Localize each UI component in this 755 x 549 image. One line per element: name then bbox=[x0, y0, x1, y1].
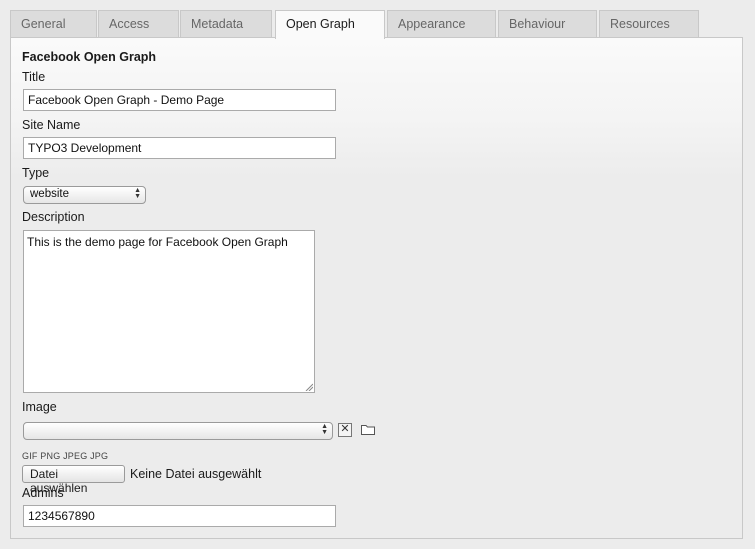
tab-behaviour[interactable]: Behaviour bbox=[498, 10, 597, 37]
site-name-input[interactable] bbox=[23, 137, 336, 159]
resize-grip-icon[interactable] bbox=[305, 383, 313, 391]
type-select[interactable]: website ▲ ▼ bbox=[23, 186, 146, 204]
site-name-label: Site Name bbox=[22, 118, 81, 132]
select-arrows-icon: ▲ ▼ bbox=[321, 423, 328, 436]
section-title: Facebook Open Graph bbox=[22, 50, 157, 64]
open-graph-panel: Facebook Open Graph Title Site Name Type… bbox=[10, 37, 743, 539]
image-select[interactable]: ▲ ▼ bbox=[23, 422, 333, 440]
close-icon[interactable]: ✕ bbox=[338, 423, 352, 437]
tab-appearance[interactable]: Appearance bbox=[387, 10, 496, 37]
folder-icon[interactable] bbox=[361, 424, 375, 435]
type-label: Type bbox=[22, 166, 50, 180]
tab-metadata[interactable]: Metadata bbox=[180, 10, 272, 37]
admins-input[interactable] bbox=[23, 505, 336, 527]
title-input[interactable] bbox=[23, 89, 336, 111]
description-text: This is the demo page for Facebook Open … bbox=[27, 235, 288, 249]
description-label: Description bbox=[22, 210, 85, 224]
tab-access[interactable]: Access bbox=[98, 10, 179, 37]
allowed-file-types: GIF PNG JPEG JPG bbox=[22, 451, 109, 461]
title-label: Title bbox=[22, 70, 46, 84]
tab-open-graph[interactable]: Open Graph bbox=[275, 10, 385, 39]
choose-file-button[interactable]: Datei auswählen bbox=[22, 465, 125, 495]
select-arrows-icon: ▲ ▼ bbox=[134, 187, 141, 200]
tab-general[interactable]: General bbox=[10, 10, 97, 37]
description-textarea[interactable]: This is the demo page for Facebook Open … bbox=[23, 230, 315, 393]
admins-label: Admins bbox=[22, 486, 64, 500]
tab-resources[interactable]: Resources bbox=[599, 10, 699, 37]
image-label: Image bbox=[22, 400, 57, 414]
type-select-value: website bbox=[30, 188, 69, 200]
no-file-selected-text: Keine Datei ausgewählt bbox=[130, 467, 262, 481]
